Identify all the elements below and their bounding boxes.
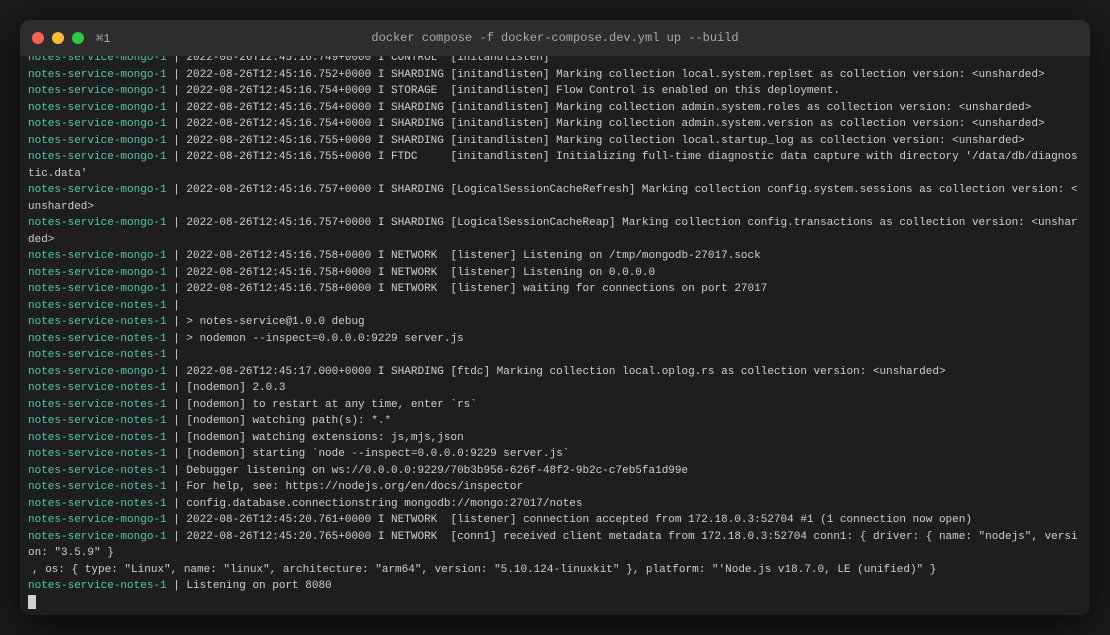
service-label: notes-service-notes-1 — [28, 432, 167, 444]
log-line: notes-service-mongo-1 | 2022-08-26T12:45… — [28, 83, 1082, 100]
service-label: notes-service-notes-1 — [28, 448, 167, 460]
log-line: notes-service-notes-1 | config.database.… — [28, 496, 1082, 513]
log-line: notes-service-notes-1 | > nodemon --insp… — [28, 331, 1082, 348]
log-line: notes-service-notes-1 | [nodemon] watchi… — [28, 430, 1082, 447]
service-label: notes-service-notes-1 — [28, 349, 167, 361]
log-message: | 2022-08-26T12:45:16.758+0000 I NETWORK… — [167, 250, 761, 262]
service-label: notes-service-mongo-1 — [28, 69, 167, 81]
log-message: | > notes-service@1.0.0 debug — [167, 316, 365, 328]
service-label: notes-service-mongo-1 — [28, 267, 167, 279]
minimize-button[interactable] — [52, 32, 64, 44]
log-line: notes-service-notes-1 | Debugger listeni… — [28, 463, 1082, 480]
log-message: | 2022-08-26T12:45:16.755+0000 I FTDC [i… — [28, 151, 1078, 180]
log-line: notes-service-mongo-1 | 2022-08-26T12:45… — [28, 512, 1082, 529]
log-message: | 2022-08-26T12:45:16.755+0000 I SHARDIN… — [167, 135, 1025, 147]
log-message: | > nodemon --inspect=0.0.0.0:9229 serve… — [167, 333, 464, 345]
log-line: notes-service-mongo-1 | 2022-08-26T12:45… — [28, 133, 1082, 150]
log-line: notes-service-mongo-1 | 2022-08-26T12:45… — [28, 56, 1082, 67]
log-message: | [nodemon] 2.0.3 — [167, 382, 286, 394]
log-line: notes-service-notes-1 | — [28, 347, 1082, 364]
terminal-output[interactable]: ugh 2notes-service-mongo-1 | 2022-08-26T… — [20, 56, 1090, 615]
log-message: | 2022-08-26T12:45:16.752+0000 I SHARDIN… — [167, 69, 1045, 81]
log-line: notes-service-notes-1 | [nodemon] watchi… — [28, 413, 1082, 430]
log-message: | 2022-08-26T12:45:16.758+0000 I NETWORK… — [167, 267, 655, 279]
log-message: | Listening on port 8080 — [167, 580, 332, 592]
service-label: notes-service-notes-1 — [28, 481, 167, 493]
service-label: notes-service-mongo-1 — [28, 56, 167, 64]
service-label: notes-service-notes-1 — [28, 382, 167, 394]
log-message: | 2022-08-26T12:45:16.749+0000 I CONTROL… — [167, 56, 550, 64]
service-label: notes-service-notes-1 — [28, 415, 167, 427]
log-message: | config.database.connectionstring mongo… — [167, 498, 583, 510]
service-label: notes-service-mongo-1 — [28, 366, 167, 378]
maximize-button[interactable] — [72, 32, 84, 44]
log-message: | 2022-08-26T12:45:20.761+0000 I NETWORK… — [167, 514, 972, 526]
log-line: notes-service-mongo-1 | 2022-08-26T12:45… — [28, 364, 1082, 381]
log-message: | 2022-08-26T12:45:16.757+0000 I SHARDIN… — [28, 217, 1078, 246]
log-message: | 2022-08-26T12:45:17.000+0000 I SHARDIN… — [167, 366, 946, 378]
log-line: notes-service-mongo-1 | 2022-08-26T12:45… — [28, 281, 1082, 298]
log-line: notes-service-notes-1 | Listening on por… — [28, 578, 1082, 595]
traffic-lights — [32, 32, 84, 44]
wrap-continuation: , os: { type: "Linux", name: "linux", ar… — [28, 562, 1082, 579]
service-label: notes-service-mongo-1 — [28, 102, 167, 114]
log-message: | [nodemon] watching extensions: js,mjs,… — [167, 432, 464, 444]
service-label: notes-service-mongo-1 — [28, 184, 167, 196]
title-bar: ⌘1 docker compose -f docker-compose.dev.… — [20, 20, 1090, 56]
log-message: | — [167, 300, 180, 312]
log-line: notes-service-notes-1 | — [28, 298, 1082, 315]
log-message: | For help, see: https://nodejs.org/en/d… — [167, 481, 523, 493]
service-label: notes-service-mongo-1 — [28, 85, 167, 97]
service-label: notes-service-mongo-1 — [28, 151, 167, 163]
log-line: notes-service-notes-1 | For help, see: h… — [28, 479, 1082, 496]
log-line: notes-service-notes-1 | [nodemon] 2.0.3 — [28, 380, 1082, 397]
log-message: | 2022-08-26T12:45:16.758+0000 I NETWORK… — [167, 283, 768, 295]
log-message: | — [167, 349, 180, 361]
service-label: notes-service-mongo-1 — [28, 217, 167, 229]
log-message: | 2022-08-26T12:45:16.754+0000 I STORAGE… — [167, 85, 840, 97]
service-label: notes-service-mongo-1 — [28, 250, 167, 262]
log-line: notes-service-mongo-1 | 2022-08-26T12:45… — [28, 248, 1082, 265]
log-message: | 2022-08-26T12:45:16.754+0000 I SHARDIN… — [167, 118, 1045, 130]
log-line: notes-service-mongo-1 | 2022-08-26T12:45… — [28, 529, 1082, 562]
log-line: notes-service-mongo-1 | 2022-08-26T12:45… — [28, 149, 1082, 182]
log-line: notes-service-notes-1 | > notes-service@… — [28, 314, 1082, 331]
log-line: notes-service-notes-1 | [nodemon] to res… — [28, 397, 1082, 414]
log-line: notes-service-mongo-1 | 2022-08-26T12:45… — [28, 265, 1082, 282]
service-label: notes-service-notes-1 — [28, 580, 167, 592]
service-label: notes-service-mongo-1 — [28, 531, 167, 543]
service-label: notes-service-mongo-1 — [28, 118, 167, 130]
log-line: notes-service-mongo-1 | 2022-08-26T12:45… — [28, 67, 1082, 84]
window-title: docker compose -f docker-compose.dev.yml… — [371, 31, 738, 45]
log-message: | Debugger listening on ws://0.0.0.0:922… — [167, 465, 689, 477]
log-message: | [nodemon] watching path(s): *.* — [167, 415, 391, 427]
log-line: notes-service-mongo-1 | 2022-08-26T12:45… — [28, 215, 1082, 248]
log-line: notes-service-mongo-1 | 2022-08-26T12:45… — [28, 100, 1082, 117]
log-line: notes-service-mongo-1 | 2022-08-26T12:45… — [28, 116, 1082, 133]
cursor-line — [28, 595, 1082, 609]
terminal-cursor — [28, 595, 36, 609]
terminal-window: ⌘1 docker compose -f docker-compose.dev.… — [20, 20, 1090, 615]
close-button[interactable] — [32, 32, 44, 44]
log-message: | [nodemon] starting `node --inspect=0.0… — [167, 448, 570, 460]
service-label: notes-service-mongo-1 — [28, 283, 167, 295]
service-label: notes-service-notes-1 — [28, 498, 167, 510]
log-message: | 2022-08-26T12:45:16.757+0000 I SHARDIN… — [28, 184, 1078, 213]
log-message: | 2022-08-26T12:45:16.754+0000 I SHARDIN… — [167, 102, 1032, 114]
service-label: notes-service-notes-1 — [28, 316, 167, 328]
service-label: notes-service-notes-1 — [28, 333, 167, 345]
service-label: notes-service-notes-1 — [28, 300, 167, 312]
log-message: | 2022-08-26T12:45:20.765+0000 I NETWORK… — [28, 531, 1078, 560]
log-message: | [nodemon] to restart at any time, ente… — [167, 399, 477, 411]
service-label: notes-service-notes-1 — [28, 399, 167, 411]
service-label: notes-service-mongo-1 — [28, 135, 167, 147]
shortcut-label: ⌘1 — [96, 31, 110, 46]
log-line: notes-service-notes-1 | [nodemon] starti… — [28, 446, 1082, 463]
service-label: notes-service-mongo-1 — [28, 514, 167, 526]
log-line: notes-service-mongo-1 | 2022-08-26T12:45… — [28, 182, 1082, 215]
service-label: notes-service-notes-1 — [28, 465, 167, 477]
